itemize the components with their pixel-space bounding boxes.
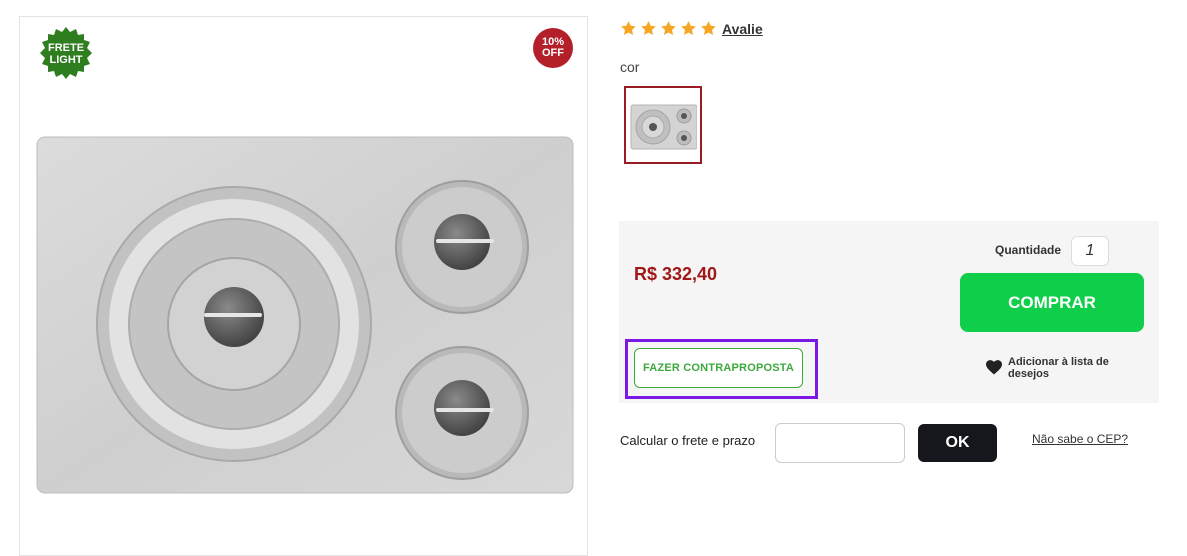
product-image-panel: FRETE LIGHT 10% OFF xyxy=(19,16,588,556)
discount-badge: 10% OFF xyxy=(533,28,573,68)
swatch-thumbnail xyxy=(630,104,698,150)
variant-label: cor xyxy=(620,59,640,75)
price: R$ 332,40 xyxy=(634,264,718,284)
add-to-wishlist[interactable]: Adicionar à lista de desejos xyxy=(986,356,1128,380)
color-swatch-selected[interactable] xyxy=(624,86,702,164)
cep-input[interactable] xyxy=(775,423,905,463)
quantity-label: Quantidade xyxy=(995,243,1062,257)
review-link[interactable]: Avalie xyxy=(722,21,763,37)
unknown-cep-link[interactable]: Não sabe o CEP? xyxy=(1032,432,1128,446)
star-icon xyxy=(681,21,696,35)
ok-button[interactable]: OK xyxy=(918,424,997,462)
shipping-label: Calcular o frete e prazo xyxy=(620,433,756,448)
buy-button[interactable]: COMPRAR xyxy=(960,273,1144,332)
star-icon xyxy=(641,21,656,35)
frete-light-badge: FRETE LIGHT xyxy=(40,27,92,79)
frete-badge-line1: FRETE xyxy=(48,42,84,54)
star-icon xyxy=(661,21,676,35)
rating: Avalie xyxy=(620,20,763,37)
counteroffer-button[interactable]: FAZER CONTRAPROPOSTA xyxy=(634,348,803,388)
discount-badge-off: OFF xyxy=(542,47,564,59)
star-icon xyxy=(701,21,716,35)
product-image xyxy=(36,136,574,494)
frete-badge-line2: LIGHT xyxy=(50,54,83,66)
quantity-input[interactable]: 1 xyxy=(1071,236,1109,266)
wishlist-label: Adicionar à lista de desejos xyxy=(1008,356,1109,380)
star-icon xyxy=(621,21,636,35)
heart-icon xyxy=(986,360,1002,375)
buy-box: R$ 332,40 Quantidade 1 COMPRAR FAZER CON… xyxy=(619,221,1159,403)
